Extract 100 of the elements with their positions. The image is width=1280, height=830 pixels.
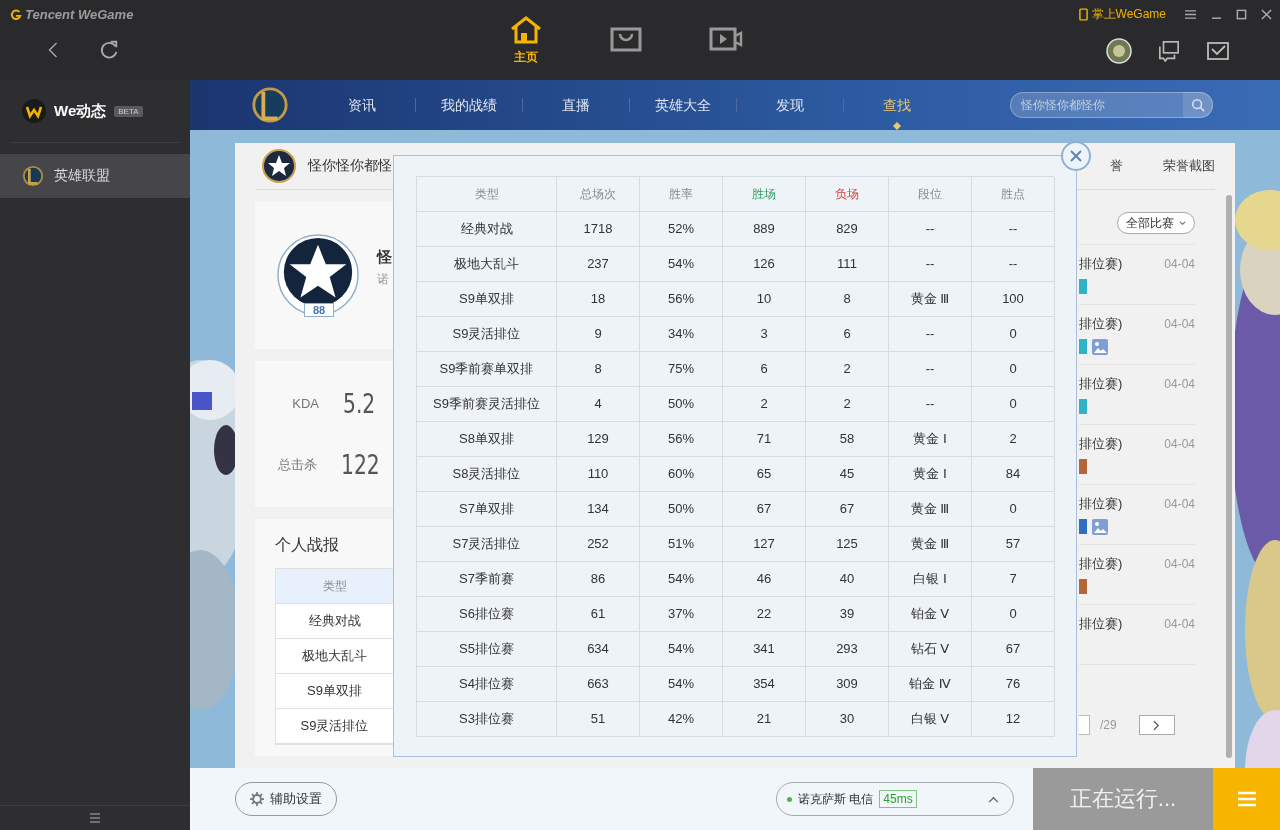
table-cell: 46 [723,562,806,597]
table-cell: 10 [723,282,806,317]
page-field[interactable] [1079,715,1090,735]
avatar[interactable] [1106,38,1132,64]
table-cell: 3 [723,317,806,352]
close-icon[interactable] [1261,8,1272,20]
nav-tab[interactable]: 直播 [531,80,621,130]
table-cell: 65 [723,457,806,492]
table-cell: 34% [640,317,723,352]
table-cell: 0 [972,352,1055,387]
table-cell: 51% [640,527,723,562]
table-cell: S8灵活排位 [417,457,557,492]
match-row[interactable]: 排位赛) 04-04 [1079,605,1195,665]
table-cell: 663 [557,667,640,702]
table-header-cell: 胜点 [972,177,1055,212]
table-cell: 黄金 Ⅰ [889,422,972,457]
game-emblem-icon [22,165,44,187]
table-cell: -- [889,387,972,422]
nav-tab[interactable]: 资讯 [317,80,407,130]
table-cell: 58 [806,422,889,457]
match-mode: 排位赛) [1079,495,1123,513]
table-cell: 39 [806,597,889,632]
w-logo-icon [22,99,46,123]
bag-icon [610,26,642,52]
table-cell: 309 [806,667,889,702]
table-cell: 2 [806,352,889,387]
match-date: 04-04 [1164,497,1195,511]
next-page-button[interactable] [1138,715,1175,735]
table-header-cell: 胜率 [640,177,723,212]
nav-tab[interactable]: 英雄大全 [638,80,728,130]
table-cell: S9单双排 [276,674,393,709]
table-cell: 54% [640,247,723,282]
table-cell: S9灵活排位 [276,709,393,744]
table-cell: 111 [806,247,889,282]
table-cell: 2 [806,387,889,422]
nav-tab[interactable]: 我的战绩 [424,80,514,130]
table-cell: 0 [972,317,1055,352]
close-button[interactable] [1061,141,1091,171]
match-mode: 排位赛) [1079,555,1123,573]
match-mode: 排位赛) [1079,615,1123,633]
table-cell: 341 [723,632,806,667]
table-cell: 61 [557,597,640,632]
table-cell: 50% [640,492,723,527]
table-cell: 57 [972,527,1055,562]
menu-icon[interactable] [89,813,101,823]
refresh-icon[interactable] [98,39,120,61]
sidebar-item[interactable]: 英雄联盟 [0,154,190,198]
table-cell: -- [889,247,972,282]
match-row[interactable]: 排位赛) 04-04 [1079,485,1195,545]
match-date: 04-04 [1164,557,1195,571]
table-cell: 铂金 Ⅳ [889,667,972,702]
nav-tab[interactable]: 主页 [501,0,551,80]
table-header-cell: 负场 [806,177,889,212]
table-cell: 293 [806,632,889,667]
maximize-icon[interactable] [1236,8,1247,20]
profile-tab[interactable]: 荣誉截图 [1163,157,1215,175]
table-cell: S7单双排 [417,492,557,527]
nav-tab[interactable]: 查找 [852,80,942,130]
chat-icon[interactable] [1157,40,1181,62]
match-row[interactable]: 排位赛) 04-04 [1079,245,1195,305]
table-cell: -- [889,352,972,387]
table-cell: 56% [640,282,723,317]
menu-icon[interactable] [1184,8,1197,20]
mail-icon[interactable] [1206,41,1230,61]
table-cell: 60% [640,457,723,492]
match-date: 04-04 [1164,617,1195,631]
table-cell: S7季前赛 [417,562,557,597]
match-row[interactable]: 排位赛) 04-04 [1079,545,1195,605]
table-cell: S9灵活排位 [417,317,557,352]
gear-icon [250,792,264,806]
table-cell: 634 [557,632,640,667]
server-name: 诺克萨斯 电信 [798,790,874,808]
table-cell: 100 [972,282,1055,317]
table-cell: 54% [640,562,723,597]
table-header-cell: 类型 [417,177,557,212]
table-cell: 37% [640,597,723,632]
table-cell: 18 [557,282,640,317]
table-cell: S7灵活排位 [417,527,557,562]
table-cell: -- [972,247,1055,282]
running-status: 正在运行... [1033,768,1213,830]
match-date: 04-04 [1164,317,1195,331]
table-cell: 0 [972,597,1055,632]
table-cell: 237 [557,247,640,282]
table-cell: 110 [557,457,640,492]
match-row[interactable]: 排位赛) 04-04 [1079,305,1195,365]
profile-tab[interactable]: 誉 [1110,157,1123,175]
table-cell: -- [972,212,1055,247]
table-cell: -- [889,317,972,352]
mobile-app-link[interactable]: 掌上WeGame [1078,5,1166,23]
filter-dropdown[interactable]: 全部比赛 [1117,212,1195,234]
match-row[interactable]: 排位赛) 04-04 [1079,365,1195,425]
nav-tab[interactable]: 发现 [745,80,835,130]
scroll-bar[interactable] [1226,195,1232,758]
server-name: 诺 [377,270,390,288]
menu-icon [1236,791,1257,807]
table-cell: 889 [723,212,806,247]
match-row[interactable]: 排位赛) 04-04 [1079,425,1195,485]
table-cell: S4排位赛 [417,667,557,702]
stat-label: 总击杀 [277,455,318,474]
table-cell: 12 [972,702,1055,737]
